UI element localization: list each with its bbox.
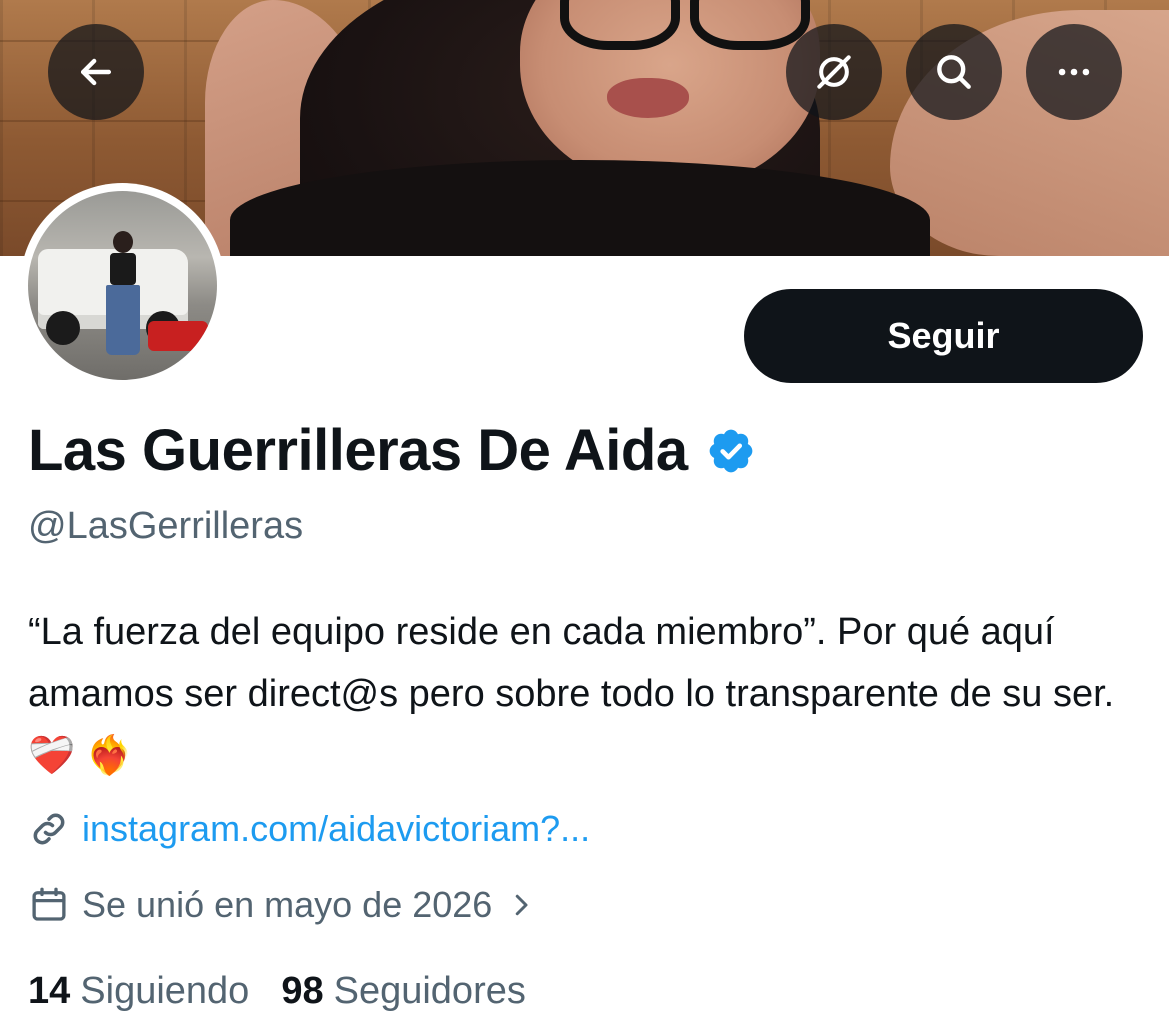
- search-icon: [937, 55, 971, 89]
- following-label: Siguiendo: [80, 970, 250, 1012]
- more-icon: [1058, 68, 1090, 76]
- follow-counts: 14 Siguiendo 98 Seguidores: [28, 970, 558, 1013]
- website-link-row[interactable]: instagram.com/aidavictoriam?...: [28, 808, 590, 850]
- grok-icon: [817, 55, 851, 89]
- arrow-left-icon: [80, 58, 112, 86]
- chevron-right-icon: [516, 894, 528, 916]
- joined-date-row[interactable]: Se unió en mayo de 2026: [28, 884, 536, 926]
- followers-label: Seguidores: [333, 970, 526, 1012]
- name-row: Las Guerrilleras De Aida: [28, 417, 756, 484]
- avatar-image: [28, 191, 217, 380]
- link-icon: [33, 813, 65, 845]
- back-button[interactable]: [48, 24, 144, 120]
- bio-text: “La fuerza del equipo reside en cada mie…: [28, 611, 1115, 777]
- followers-count-link[interactable]: 98 Seguidores: [281, 970, 526, 1013]
- search-button[interactable]: [906, 24, 1002, 120]
- verified-badge-icon[interactable]: [706, 426, 756, 476]
- following-count-link[interactable]: 14 Siguiendo: [28, 970, 249, 1013]
- username-handle: @LasGerrilleras: [28, 505, 304, 547]
- following-count: 14: [28, 970, 71, 1012]
- display-name: Las Guerrilleras De Aida: [28, 418, 688, 483]
- followers-count: 98: [281, 970, 324, 1012]
- grok-button[interactable]: [786, 24, 882, 120]
- website-link[interactable]: instagram.com/aidavictoriam?...: [82, 808, 590, 850]
- more-button[interactable]: [1026, 24, 1122, 120]
- calendar-icon: [32, 887, 66, 921]
- joined-date: Se unió en mayo de 2026: [82, 884, 493, 925]
- follow-button[interactable]: Seguir: [744, 289, 1143, 383]
- profile-screen: Seguir Las Guerrilleras De Aida @LasGerr…: [0, 0, 1169, 1025]
- avatar[interactable]: [20, 183, 225, 388]
